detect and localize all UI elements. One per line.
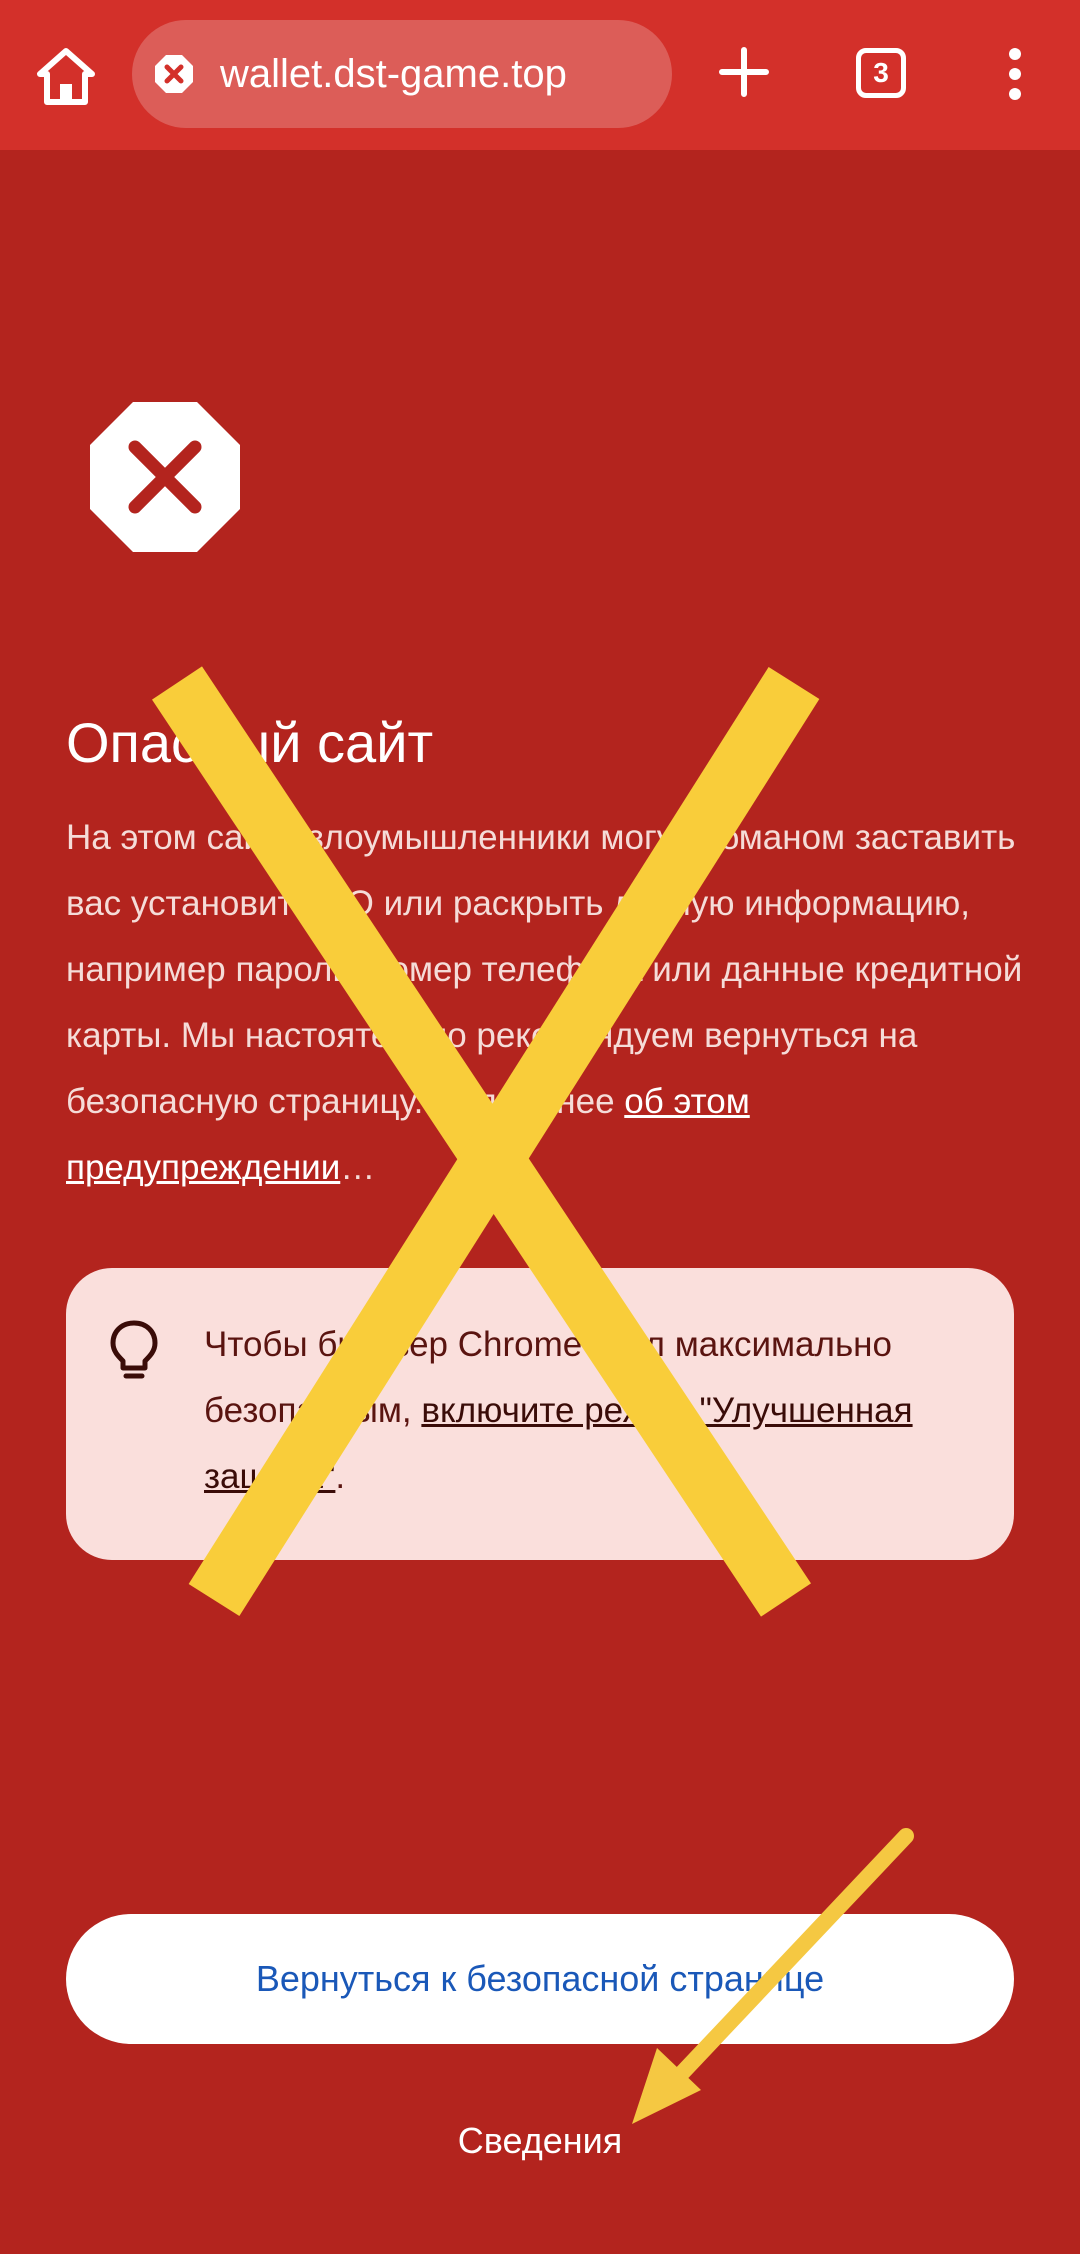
more-vert-icon[interactable] xyxy=(1000,46,1030,102)
address-bar[interactable]: wallet.dst-game.top xyxy=(132,20,672,128)
warning-body-text: На этом сайте злоумышленники могут обман… xyxy=(66,818,1023,1121)
back-to-safety-button[interactable]: Вернуться к безопасной странице xyxy=(66,1914,1014,2044)
warning-description: На этом сайте злоумышленники могут обман… xyxy=(66,805,1026,1201)
page-title: Опасный сайт xyxy=(66,711,434,774)
details-link[interactable]: Сведения xyxy=(0,2116,1080,2166)
learn-more-suffix: … xyxy=(340,1148,376,1187)
url-text[interactable]: wallet.dst-game.top xyxy=(220,46,567,102)
enhanced-protection-tip: Чтобы браузер Chrome стал максимально бе… xyxy=(66,1268,1014,1560)
browser-toolbar: wallet.dst-game.top 3 xyxy=(0,0,1080,150)
plus-icon[interactable] xyxy=(716,44,772,100)
tip-suffix: . xyxy=(335,1457,346,1496)
tip-text: Чтобы браузер Chrome стал максимально бе… xyxy=(204,1312,964,1510)
tab-switcher-button[interactable]: 3 xyxy=(856,48,906,98)
stop-sign-x-icon xyxy=(88,400,242,554)
dangerous-site-icon[interactable] xyxy=(154,54,194,94)
lightbulb-icon xyxy=(106,1318,162,1382)
home-icon[interactable] xyxy=(30,40,102,112)
